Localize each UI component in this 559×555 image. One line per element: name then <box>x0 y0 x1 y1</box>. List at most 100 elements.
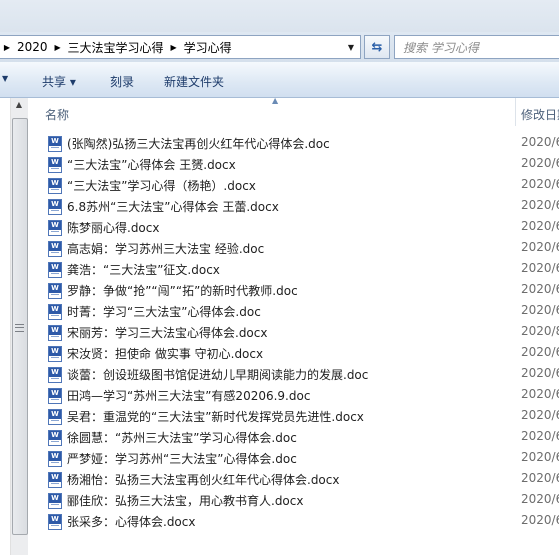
file-date: 2020/6 <box>521 450 559 464</box>
file-row[interactable]: 高志娟：学习苏州三大法宝 经验.doc 2020/6 <box>28 238 559 259</box>
address-dropdown-icon[interactable]: ▼ <box>344 38 358 56</box>
file-date: 2020/6 <box>521 366 559 380</box>
file-name[interactable]: 杨湘怡：弘扬三大法宝再创火红年代心得体会.docx <box>67 471 339 488</box>
nav-scrollbar[interactable]: ▲ <box>10 98 28 555</box>
file-name[interactable]: 谈蕾：创设班级图书馆促进幼儿早期阅读能力的发展.doc <box>67 366 368 383</box>
refresh-button[interactable]: ⇆ <box>364 35 390 59</box>
breadcrumb-item-sandafabao[interactable]: 三大法宝学习心得 <box>65 39 167 56</box>
file-row[interactable]: 6.8苏州“三大法宝”心得体会 王蕾.docx 2020/6 <box>28 196 559 217</box>
file-name[interactable]: “三大法宝”学习心得（杨艳）.docx <box>67 177 256 194</box>
file-name[interactable]: 吴君：重温党的“三大法宝”新时代发挥党员先进性.docx <box>67 408 364 425</box>
column-header: ▲ 名称 修改日期 <box>28 96 559 126</box>
column-header-name[interactable]: 名称 <box>45 106 69 123</box>
word-document-icon <box>48 178 62 194</box>
file-name[interactable]: 郦佳欣：弘扬三大法宝，用心教书育人.docx <box>67 492 303 509</box>
word-document-icon <box>48 472 62 488</box>
word-document-icon <box>48 325 62 341</box>
file-name[interactable]: 严梦娅：学习苏州“三大法宝”心得体会.doc <box>67 450 297 467</box>
file-name[interactable]: 田鸿—学习“苏州三大法宝”有感20206.9.doc <box>67 387 310 404</box>
address-row: ▶ 2020 ▶ 三大法宝学习心得 ▶ 学习心得 ▼ ⇆ 搜索 学习心得 <box>0 32 559 62</box>
file-name[interactable]: 高志娟：学习苏州三大法宝 经验.doc <box>67 240 264 257</box>
file-row[interactable]: 郦佳欣：弘扬三大法宝，用心教书育人.docx 2020/6 <box>28 490 559 511</box>
breadcrumb-chevron-icon[interactable]: ▶ <box>51 43 65 52</box>
file-date: 2020/8 <box>521 324 559 338</box>
address-bar[interactable]: ▶ 2020 ▶ 三大法宝学习心得 ▶ 学习心得 ▼ <box>0 35 361 59</box>
file-row[interactable]: 谈蕾：创设班级图书馆促进幼儿早期阅读能力的发展.doc 2020/6 <box>28 364 559 385</box>
refresh-icon: ⇆ <box>371 39 383 55</box>
share-button[interactable]: 共享 ▾ <box>42 73 76 90</box>
file-name[interactable]: 时菁：学习“三大法宝”心得体会.doc <box>67 303 261 320</box>
word-document-icon <box>48 199 62 215</box>
file-date: 2020/6 <box>521 198 559 212</box>
new-folder-button[interactable]: 新建文件夹 <box>164 73 224 90</box>
file-row[interactable]: 田鸿—学习“苏州三大法宝”有感20206.9.doc 2020/6 <box>28 385 559 406</box>
word-document-icon <box>48 388 62 404</box>
file-row[interactable]: 宋汝贤：担使命 做实事 守初心.docx 2020/6 <box>28 343 559 364</box>
file-date: 2020/6 <box>521 177 559 191</box>
file-date: 2020/6 <box>521 219 559 233</box>
file-list: (张陶然)弘扬三大法宝再创火红年代心得体会.doc2020/6“三大法宝”心得体… <box>28 133 559 532</box>
file-date: 2020/6 <box>521 387 559 401</box>
breadcrumb-chevron-icon[interactable]: ▶ <box>0 43 14 52</box>
sort-ascending-icon: ▲ <box>272 96 279 105</box>
word-document-icon <box>48 241 62 257</box>
word-document-icon <box>48 346 62 362</box>
scrollbar-thumb[interactable] <box>12 118 28 535</box>
file-date: 2020/6 <box>521 408 559 422</box>
file-name[interactable]: 徐圆慧：“苏州三大法宝”学习心得体会.doc <box>67 429 297 446</box>
file-name[interactable]: (张陶然)弘扬三大法宝再创火红年代心得体会.doc <box>67 135 330 152</box>
file-name[interactable]: 宋汝贤：担使命 做实事 守初心.docx <box>67 345 263 362</box>
file-date: 2020/6 <box>521 261 559 275</box>
scroll-up-icon[interactable]: ▲ <box>11 100 27 114</box>
file-row[interactable]: 严梦娅：学习苏州“三大法宝”心得体会.doc 2020/6 <box>28 448 559 469</box>
file-row[interactable]: 吴君：重温党的“三大法宝”新时代发挥党员先进性.docx 2020/6 <box>28 406 559 427</box>
search-input[interactable]: 搜索 学习心得 <box>394 35 559 59</box>
file-date: 2020/6 <box>521 156 559 170</box>
file-name[interactable]: 陈梦丽心得.docx <box>67 219 159 236</box>
window-title-bar <box>0 0 559 32</box>
word-document-icon <box>48 514 62 530</box>
breadcrumb-chevron-icon[interactable]: ▶ <box>167 43 181 52</box>
file-date: 2020/6 <box>521 345 559 359</box>
file-row[interactable]: 宋丽芳：学习三大法宝心得体会.docx 2020/8 <box>28 322 559 343</box>
word-document-icon <box>48 409 62 425</box>
organize-dropdown-icon[interactable]: ▼ <box>2 74 8 83</box>
file-name[interactable]: 张采多：心得体会.docx <box>67 513 195 530</box>
column-header-date[interactable]: 修改日期 <box>521 106 559 123</box>
file-name[interactable]: 6.8苏州“三大法宝”心得体会 王蕾.docx <box>67 198 279 215</box>
file-name[interactable]: “三大法宝”心得体会 王赟.docx <box>67 156 236 173</box>
word-document-icon <box>48 157 62 173</box>
file-row[interactable]: 徐圆慧：“苏州三大法宝”学习心得体会.doc 2020/6 <box>28 427 559 448</box>
breadcrumb-item-2020[interactable]: 2020 <box>14 40 51 54</box>
file-row[interactable]: 张采多：心得体会.docx 2020/6 <box>28 511 559 532</box>
word-document-icon <box>48 262 62 278</box>
file-date: 2020/6 <box>521 429 559 443</box>
file-name[interactable]: 罗静：争做“抢”“闯”“拓”的新时代教师.doc <box>67 282 298 299</box>
word-document-icon <box>48 430 62 446</box>
word-document-icon <box>48 493 62 509</box>
file-row[interactable]: 时菁：学习“三大法宝”心得体会.doc 2020/6 <box>28 301 559 322</box>
file-row[interactable]: 杨湘怡：弘扬三大法宝再创火红年代心得体会.docx 2020/6 <box>28 469 559 490</box>
file-row[interactable]: 陈梦丽心得.docx 2020/6 <box>28 217 559 238</box>
word-document-icon <box>48 283 62 299</box>
file-date: 2020/6 <box>521 492 559 506</box>
word-document-icon <box>48 304 62 320</box>
file-date: 2020/6 <box>521 303 559 317</box>
word-document-icon <box>48 367 62 383</box>
file-name[interactable]: 龚浩：“三大法宝”征文.docx <box>67 261 220 278</box>
file-name[interactable]: 宋丽芳：学习三大法宝心得体会.docx <box>67 324 267 341</box>
file-row[interactable]: (张陶然)弘扬三大法宝再创火红年代心得体会.doc 2020/6 <box>28 133 559 154</box>
file-date: 2020/6 <box>521 135 559 149</box>
grip-icon <box>15 324 24 332</box>
file-row[interactable]: “三大法宝”学习心得（杨艳）.docx 2020/6 <box>28 175 559 196</box>
breadcrumb-item-xuexixinde[interactable]: 学习心得 <box>181 39 235 56</box>
file-date: 2020/6 <box>521 282 559 296</box>
file-row[interactable]: “三大法宝”心得体会 王赟.docx 2020/6 <box>28 154 559 175</box>
word-document-icon <box>48 136 62 152</box>
column-divider[interactable] <box>515 98 516 126</box>
command-toolbar: ▼ 共享 ▾ 刻录 新建文件夹 <box>0 62 559 98</box>
burn-button[interactable]: 刻录 <box>110 73 134 90</box>
file-date: 2020/6 <box>521 513 559 527</box>
file-row[interactable]: 罗静：争做“抢”“闯”“拓”的新时代教师.doc 2020/6 <box>28 280 559 301</box>
file-row[interactable]: 龚浩：“三大法宝”征文.docx 2020/6 <box>28 259 559 280</box>
